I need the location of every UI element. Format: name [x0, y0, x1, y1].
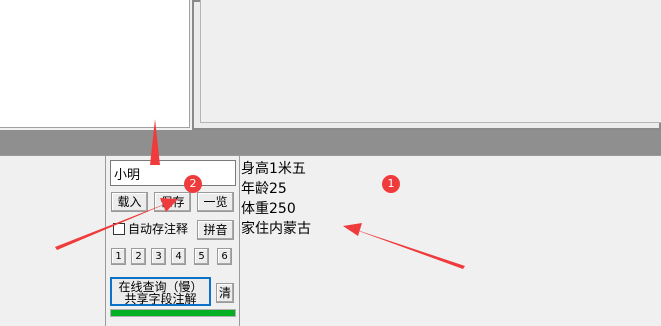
- number-button-4[interactable]: 4: [171, 248, 186, 265]
- progress-bar: [110, 309, 236, 317]
- auto-save-checkbox[interactable]: [113, 223, 125, 235]
- overview-button[interactable]: 一览: [197, 192, 234, 212]
- number-button-6[interactable]: 6: [217, 248, 232, 265]
- annotation-badge-1: 1: [382, 175, 400, 193]
- top-right-inner-pane: [200, 0, 661, 123]
- online-query-button[interactable]: 在线查询（慢） 共享字段注解: [110, 277, 211, 306]
- note-line-2: 年龄25: [241, 181, 287, 197]
- note-line-4: 家住内蒙古: [241, 221, 311, 237]
- annotation-badge-2: 2: [184, 175, 202, 193]
- bottom-left-pane: [0, 155, 106, 326]
- number-button-1[interactable]: 1: [111, 248, 126, 265]
- note-line-3: 体重250: [241, 201, 296, 217]
- auto-save-label: 自动存注释: [128, 222, 189, 236]
- number-button-5[interactable]: 5: [194, 248, 209, 265]
- number-button-3[interactable]: 3: [151, 248, 166, 265]
- clear-button[interactable]: 清: [216, 283, 234, 303]
- top-left-pane: [0, 0, 190, 128]
- horizontal-splitter[interactable]: [0, 130, 661, 155]
- note-text-area[interactable]: [239, 155, 661, 326]
- online-query-line2: 共享字段注解: [124, 292, 197, 306]
- pinyin-button[interactable]: 拼音: [197, 220, 234, 240]
- number-button-2[interactable]: 2: [131, 248, 146, 265]
- progress-fill: [111, 310, 235, 316]
- note-line-1: 身高1米五: [241, 161, 306, 177]
- name-input[interactable]: [110, 160, 236, 186]
- load-button[interactable]: 载入: [111, 192, 148, 212]
- save-button[interactable]: 保存: [154, 192, 191, 212]
